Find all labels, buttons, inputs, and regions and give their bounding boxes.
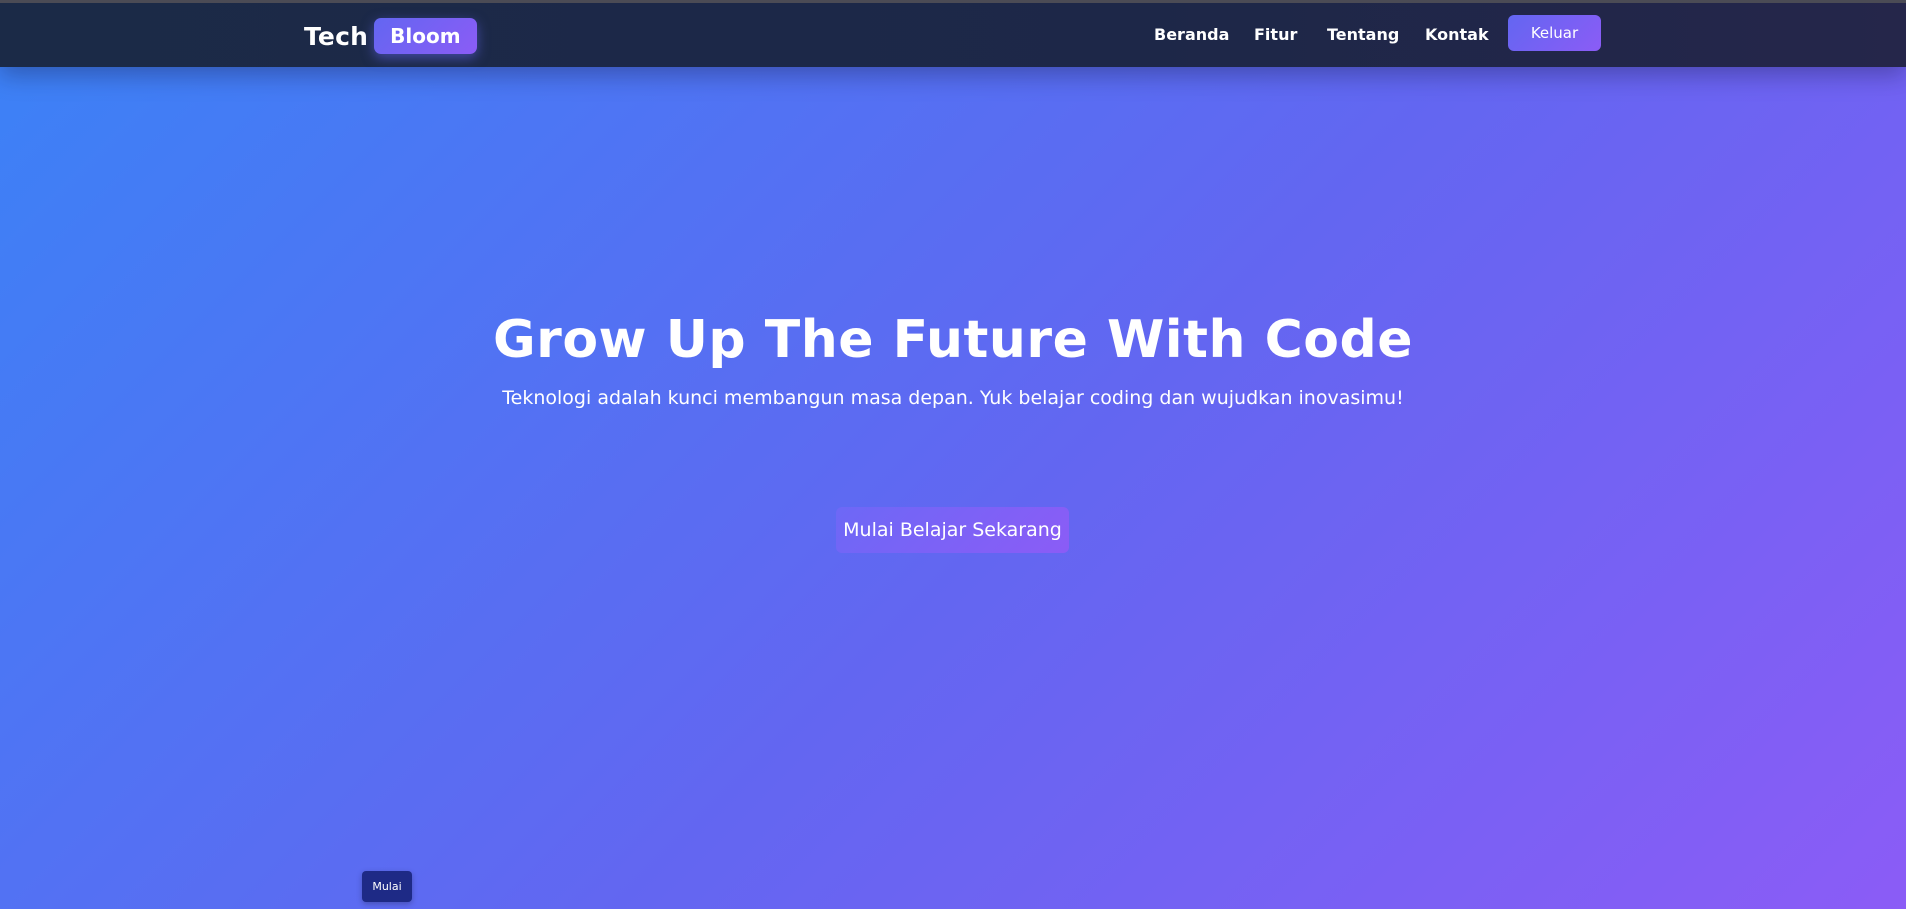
hero-subtitle: Teknologi adalah kunci membangun masa de… [502,387,1404,409]
nav-link-beranda[interactable]: Beranda [1154,25,1229,44]
window-top-border [0,0,1906,3]
brand-logo[interactable]: Tech Bloom [304,17,477,55]
brand-primary-text: Tech [304,21,369,51]
start-learning-button[interactable]: Mulai Belajar Sekarang [836,507,1069,553]
hero-section [0,67,1906,909]
start-button[interactable]: Mulai [362,871,412,902]
hero-title: Grow Up The Future With Code [493,310,1413,370]
nav-link-tentang[interactable]: Tentang [1327,25,1399,44]
nav-link-fitur[interactable]: Fitur [1254,25,1297,44]
navbar: Tech Bloom Beranda Fitur Tentang Kontak … [0,3,1906,67]
logout-button[interactable]: Keluar [1508,15,1601,51]
nav-link-kontak[interactable]: Kontak [1425,25,1489,44]
brand-badge: Bloom [374,18,477,54]
